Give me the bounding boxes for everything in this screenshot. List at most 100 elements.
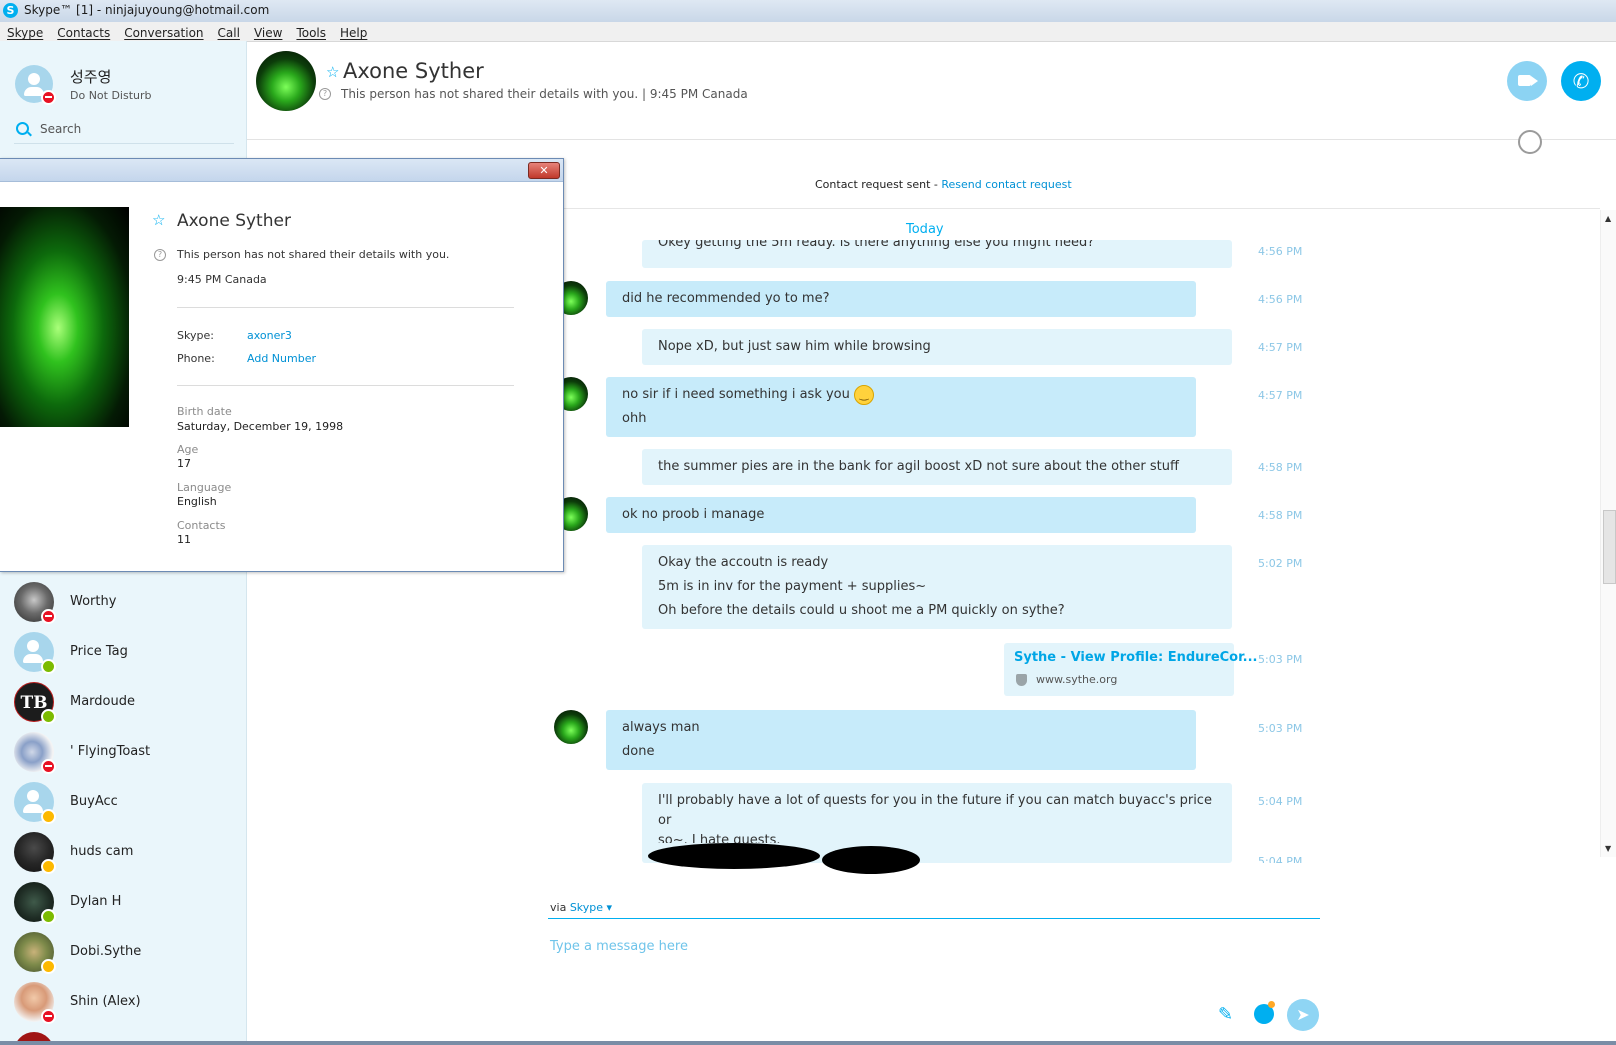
- menu-bar: Skype Contacts Conversation Call View Tools He…: [0, 22, 1616, 42]
- contact-details: This person has not shared their details…: [341, 87, 748, 101]
- contact-name: Dobi.Sythe: [70, 944, 142, 959]
- contact-item[interactable]: Dobi.Sythe: [14, 932, 234, 976]
- menu-help[interactable]: Help: [333, 25, 374, 40]
- contacts-count-label: Contacts: [177, 519, 226, 532]
- menu-contacts[interactable]: Contacts: [50, 25, 117, 40]
- menu-call[interactable]: Call: [211, 25, 247, 40]
- message-text: Nope xD, but just saw him while browsing: [658, 339, 931, 354]
- message-text: the summer pies are in the bank for agil…: [658, 459, 1179, 474]
- menu-tools[interactable]: Tools: [289, 25, 333, 40]
- message-time: 4:58 PM: [1258, 509, 1303, 522]
- contact-item[interactable]: Worthy: [14, 582, 234, 626]
- contact-item[interactable]: TB Mardoude: [14, 682, 234, 726]
- video-call-button[interactable]: [1507, 61, 1547, 101]
- via-label: via: [550, 901, 567, 914]
- date-separator: Today: [906, 222, 944, 237]
- popup-title-bar: ✕: [0, 159, 563, 182]
- message-time: 5:04 PM: [1258, 795, 1303, 808]
- send-arrow-icon: ➤: [1296, 1005, 1310, 1024]
- emoticon-icon[interactable]: [1254, 1001, 1275, 1024]
- menu-skype[interactable]: Skype: [0, 25, 50, 40]
- link-preview-title[interactable]: Sythe - View Profile: EndureCor...: [1014, 650, 1257, 665]
- contact-item[interactable]: Price Tag: [14, 632, 234, 676]
- add-number-link[interactable]: Add Number: [247, 352, 316, 365]
- voice-call-button[interactable]: ✆: [1561, 61, 1601, 101]
- contact-name: Shin (Alex): [70, 994, 141, 1009]
- dnd-status-icon: [41, 90, 56, 105]
- online-status-icon: [41, 909, 56, 924]
- contact-item[interactable]: BuyAcc: [14, 782, 234, 826]
- contact-name: Price Tag: [70, 644, 128, 659]
- scroll-thumb[interactable]: [1603, 510, 1616, 584]
- link-preview-domain: www.sythe.org: [1036, 673, 1118, 686]
- message-input[interactable]: Type a message here: [550, 939, 688, 954]
- contact-avatar-large[interactable]: [256, 51, 316, 111]
- message-text: Oh before the details could u shoot me a…: [658, 603, 1065, 618]
- menu-view[interactable]: View: [247, 25, 289, 40]
- send-via-selector[interactable]: via Skype ▾: [550, 901, 612, 914]
- attachment-icon[interactable]: ✎: [1218, 1004, 1233, 1025]
- profile-details: This person has not shared their details…: [177, 248, 450, 261]
- contact-item[interactable]: ' FlyingToast: [14, 732, 234, 776]
- message-time: 5:03 PM: [1258, 722, 1303, 735]
- message-outgoing[interactable]: the summer pies are in the bank for agil…: [642, 449, 1232, 485]
- message-incoming[interactable]: did he recommended yo to me?: [606, 281, 1196, 317]
- phone-icon: ✆: [1572, 69, 1590, 93]
- scroll-down-arrow-icon[interactable]: ▼: [1605, 844, 1611, 853]
- message-time: 4:56 PM: [1258, 245, 1303, 256]
- sender-avatar[interactable]: [554, 710, 588, 744]
- send-button[interactable]: ➤: [1287, 999, 1319, 1031]
- search-label: Search: [40, 122, 82, 136]
- contact-name: Dylan H: [70, 894, 122, 909]
- via-service-dropdown[interactable]: Skype ▾: [570, 901, 612, 914]
- contact-item[interactable]: Dylan H: [14, 882, 234, 926]
- chat-scrollbar[interactable]: ▲ ▼: [1600, 210, 1616, 857]
- message-text: 5m is in inv for the payment + supplies~: [658, 579, 927, 594]
- profile-local-time: 9:45 PM Canada: [177, 273, 267, 286]
- phone-label: Phone:: [177, 352, 215, 365]
- dnd-status-icon: [41, 609, 56, 624]
- resend-request-link[interactable]: Resend contact request: [941, 178, 1071, 191]
- message-incoming[interactable]: ok no proob i manage: [606, 497, 1196, 533]
- message-text: no sir if i need something i ask you: [622, 387, 850, 402]
- contact-name: ' FlyingToast: [70, 744, 151, 759]
- contacts-count-value: 11: [177, 533, 191, 546]
- message-outgoing[interactable]: Okey getting the 5m ready. is there anyt…: [642, 240, 1232, 268]
- my-name[interactable]: 성주영: [70, 66, 111, 87]
- dnd-status-icon: [41, 759, 56, 774]
- link-preview-card[interactable]: Sythe - View Profile: EndureCor... www.s…: [1004, 643, 1257, 696]
- search-bar[interactable]: Search: [14, 119, 234, 144]
- message-text: always man: [622, 720, 700, 735]
- contact-item[interactable]: [14, 1032, 234, 1041]
- globe-icon[interactable]: [1518, 130, 1542, 154]
- message-text: done: [622, 744, 655, 759]
- away-status-icon: [41, 809, 56, 824]
- dnd-status-icon: [41, 1009, 56, 1024]
- contact-item[interactable]: huds cam: [14, 832, 234, 876]
- skype-id-value[interactable]: axoner3: [247, 329, 292, 342]
- message-line: no sir if i need something i ask you ‿: [622, 383, 1180, 407]
- info-icon: ?: [319, 88, 331, 100]
- message-time: 4:56 PM: [1258, 293, 1303, 306]
- online-status-icon: [41, 709, 56, 724]
- favorite-star-icon[interactable]: ☆: [152, 211, 165, 229]
- profile-name: Axone Sythe​r: [177, 211, 291, 231]
- taskbar: [0, 1041, 1616, 1045]
- close-button[interactable]: ✕: [528, 162, 560, 179]
- message-text: ohh: [622, 411, 647, 426]
- birth-date-value: Saturday, December 19, 1998: [177, 420, 344, 433]
- message-outgoing[interactable]: Nope xD, but just saw him while browsing: [642, 329, 1232, 365]
- divider: [177, 385, 514, 386]
- contact-name-header[interactable]: Axone Sythe​r: [343, 59, 484, 83]
- my-status[interactable]: Do Not Disturb: [70, 89, 152, 102]
- menu-conversation[interactable]: Conversation: [117, 25, 210, 40]
- profile-popup: ✕ ☆ Axone Sythe​r ? This person has not …: [0, 158, 564, 572]
- message-outgoing[interactable]: Okay the accoutn is ready 5m is in inv f…: [642, 545, 1232, 629]
- contact-item[interactable]: Shin (Alex): [14, 982, 234, 1026]
- favorite-star-icon[interactable]: ☆: [326, 63, 339, 81]
- scroll-up-arrow-icon[interactable]: ▲: [1605, 214, 1611, 223]
- message-incoming[interactable]: no sir if i need something i ask you ‿ o…: [606, 377, 1196, 437]
- redaction-scribble: [648, 843, 820, 869]
- message-incoming[interactable]: always man done: [606, 710, 1196, 770]
- message-text: Okay the accoutn is ready: [658, 555, 829, 570]
